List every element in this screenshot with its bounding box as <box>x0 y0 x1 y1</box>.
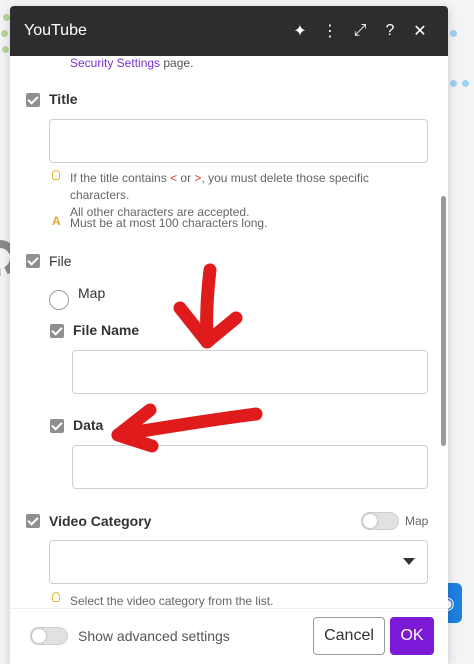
file-label: File <box>49 253 72 269</box>
intro-text: Security Settings page. <box>70 56 193 70</box>
file-name-label: File Name <box>73 322 140 338</box>
dialog-body[interactable]: Security Settings page. Title If the tit… <box>10 56 448 609</box>
canvas-dot <box>3 14 10 21</box>
dialog-title: YouTube <box>24 22 87 39</box>
intro-suffix: page. <box>160 56 194 70</box>
advanced-settings-label: Show advanced settings <box>78 628 230 644</box>
title-hint: If the title contains < or >, you must d… <box>70 171 369 219</box>
file-name-input[interactable] <box>72 350 428 394</box>
title-warning: Must be at most 100 characters long. <box>70 216 268 230</box>
file-name-checkbox[interactable] <box>50 324 64 338</box>
video-category-checkbox[interactable] <box>26 514 40 528</box>
file-map-radio[interactable] <box>49 290 69 310</box>
warning-icon: A <box>52 214 61 228</box>
lightbulb-icon <box>52 170 60 180</box>
sparkle-icon[interactable]: ✦ <box>286 17 314 45</box>
dialog-footer: Show advanced settings Cancel OK <box>10 608 448 664</box>
file-map-label: Map <box>78 285 106 301</box>
title-input[interactable] <box>49 119 428 163</box>
help-icon[interactable]: ? <box>376 17 404 45</box>
canvas-dot <box>1 30 8 37</box>
chevron-down-icon[interactable] <box>403 558 415 565</box>
title-label: Title <box>49 91 78 107</box>
close-icon[interactable]: ✕ <box>406 17 434 45</box>
data-input[interactable] <box>72 445 428 489</box>
title-checkbox[interactable] <box>26 93 40 107</box>
cancel-button[interactable]: Cancel <box>313 617 385 655</box>
video-category-label: Video Category <box>49 513 152 529</box>
video-category-map-label: Map <box>405 514 429 528</box>
canvas-dot <box>462 80 469 87</box>
data-label: Data <box>73 417 104 433</box>
video-category-hint: Select the video category from the list. <box>70 594 274 608</box>
canvas-dot <box>2 46 9 53</box>
video-category-select[interactable] <box>49 540 428 584</box>
dialog-header: YouTube ✦ ⋮ ⤢ ? ✕ <box>10 6 448 56</box>
video-category-map-toggle[interactable] <box>361 512 399 530</box>
kebab-menu-icon[interactable]: ⋮ <box>316 17 344 45</box>
scrollbar-thumb[interactable] <box>441 196 446 446</box>
canvas-dot <box>450 30 457 37</box>
file-checkbox[interactable] <box>26 254 40 268</box>
advanced-settings-toggle[interactable] <box>30 627 68 645</box>
ok-button[interactable]: OK <box>390 617 434 655</box>
data-checkbox[interactable] <box>50 419 64 433</box>
lightbulb-icon <box>52 592 60 602</box>
module-settings-dialog: YouTube ✦ ⋮ ⤢ ? ✕ Security Settings page… <box>10 6 448 664</box>
security-settings-link[interactable]: Security Settings <box>70 56 160 70</box>
canvas-dot <box>450 80 457 87</box>
expand-icon[interactable]: ⤢ <box>346 17 374 45</box>
